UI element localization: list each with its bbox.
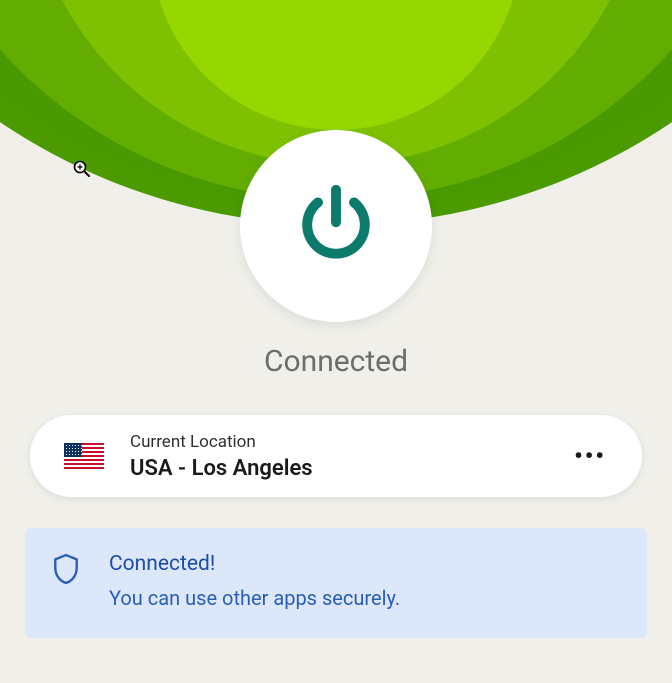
location-selector[interactable]: Current Location USA - Los Angeles •••: [30, 415, 642, 497]
power-icon: [291, 179, 381, 273]
location-label: Current Location: [130, 432, 566, 452]
info-subtitle: You can use other apps securely.: [109, 586, 400, 610]
location-text: Current Location USA - Los Angeles: [130, 432, 566, 481]
shield-icon: [53, 552, 79, 588]
more-icon[interactable]: •••: [566, 436, 614, 476]
magnify-icon: [73, 160, 91, 182]
power-button[interactable]: [240, 130, 432, 322]
connection-status: Connected: [0, 344, 672, 379]
flag-usa-icon: [64, 443, 104, 469]
info-banner: Connected! You can use other apps secure…: [25, 528, 647, 638]
info-text: Connected! You can use other apps secure…: [109, 552, 400, 610]
location-value: USA - Los Angeles: [130, 456, 566, 481]
info-title: Connected!: [109, 552, 400, 576]
